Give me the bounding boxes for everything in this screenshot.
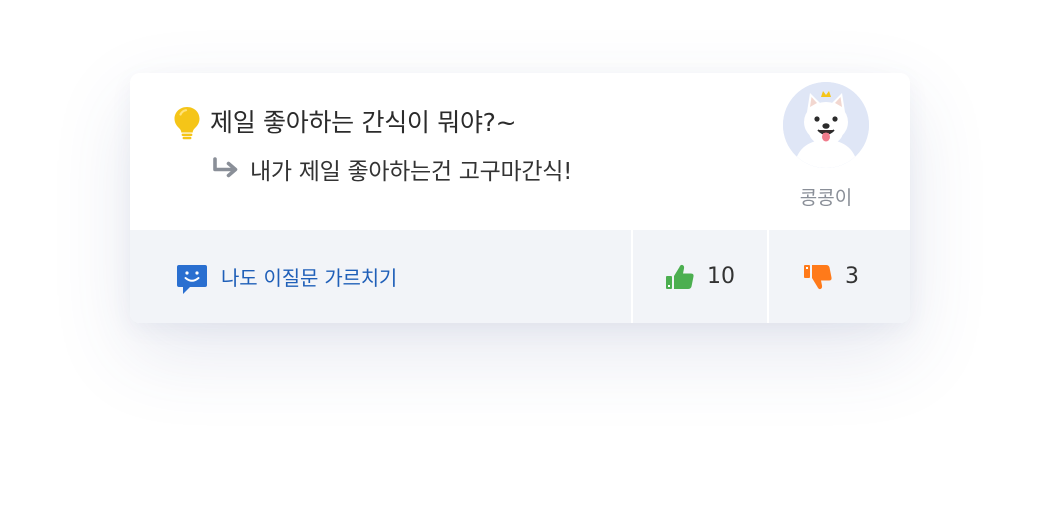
thumbs-up-icon xyxy=(666,264,694,289)
footer-divider-right xyxy=(767,230,769,323)
author-name: 콩콩이 xyxy=(799,187,853,209)
like-count: 10 xyxy=(707,264,735,289)
dislike-count: 3 xyxy=(845,264,859,289)
lightbulb-icon xyxy=(174,107,200,140)
teach-question-button[interactable]: 나도 이질문 가르치기 xyxy=(175,230,397,323)
dog-avatar xyxy=(783,82,869,168)
teach-question-label: 나도 이질문 가르치기 xyxy=(221,266,398,290)
qa-card-content: 제일 좋아하는 간식이 뭐야?~ 내가 제일 좋아하는건 고구마간식! 콩콩이 xyxy=(130,73,910,230)
qa-card: 제일 좋아하는 간식이 뭐야?~ 내가 제일 좋아하는건 고구마간식! 콩콩이 … xyxy=(130,73,910,323)
qa-card-footer: 나도 이질문 가르치기 10 3 xyxy=(130,230,910,323)
chat-bubble-smile-icon xyxy=(177,264,207,294)
stage: 제일 좋아하는 간식이 뭐야?~ 내가 제일 좋아하는건 고구마간식! 콩콩이 … xyxy=(0,0,1040,512)
reply-arrow-icon xyxy=(213,157,238,178)
thumbs-down-icon xyxy=(804,264,832,289)
answer-text: 내가 제일 좋아하는건 고구마간식! xyxy=(250,159,572,185)
footer-divider-left xyxy=(631,230,633,323)
question-text: 제일 좋아하는 간식이 뭐야?~ xyxy=(210,108,517,137)
like-button[interactable]: 10 xyxy=(665,230,735,323)
dislike-button[interactable]: 3 xyxy=(803,230,859,323)
